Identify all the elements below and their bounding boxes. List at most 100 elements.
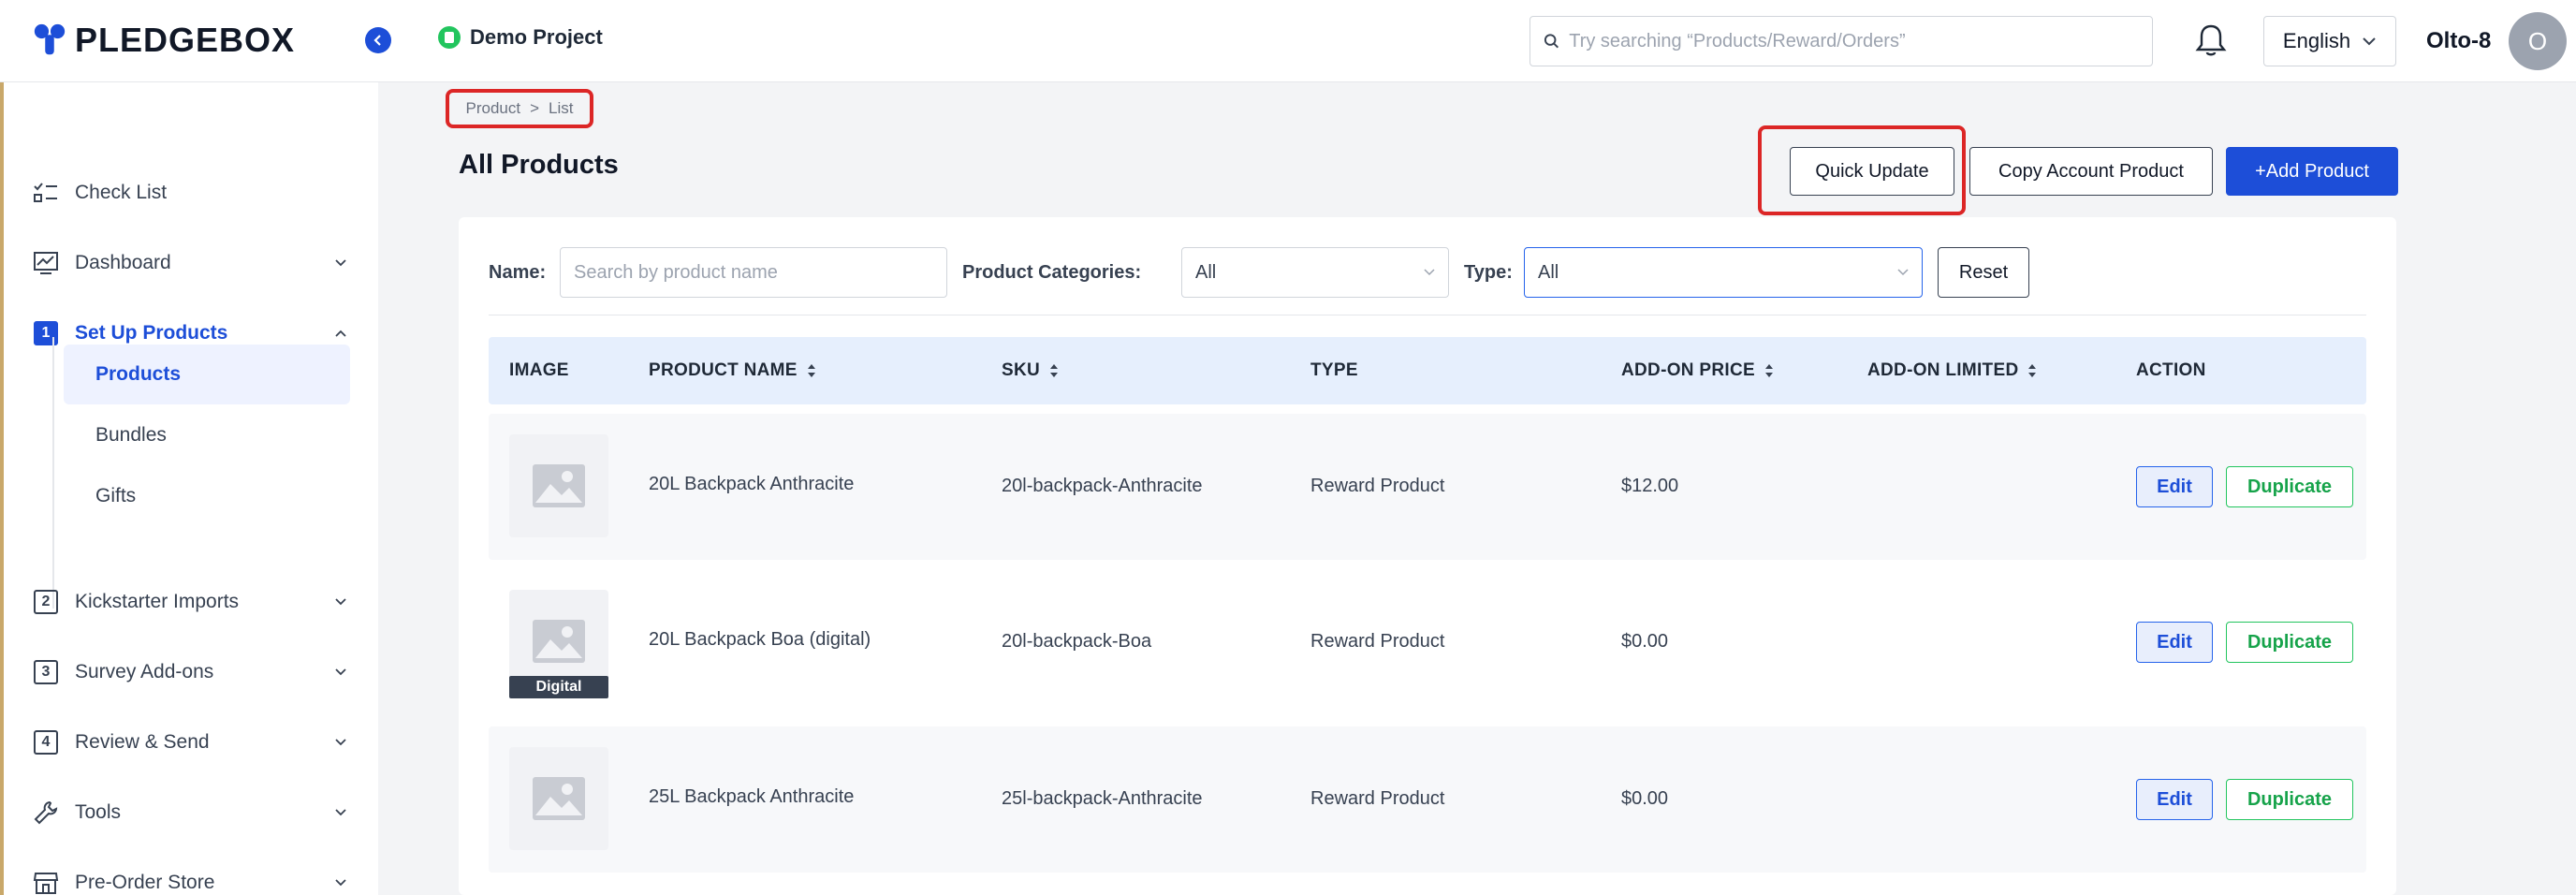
type-selected-value: All [1538, 261, 1559, 283]
table-header: IMAGE PRODUCT NAME SKU TYPE ADD-ON PRICE… [489, 337, 2366, 404]
products-card: Name: Product Categories: All Type: All … [459, 217, 2396, 895]
column-header-type: TYPE [1310, 337, 1358, 404]
product-categories-select[interactable]: All [1181, 247, 1449, 298]
add-on-price: $0.00 [1621, 788, 1669, 809]
store-icon [32, 869, 60, 895]
name-filter-label: Name: [489, 262, 547, 283]
chevron-down-icon [1424, 269, 1435, 276]
dashboard-icon [32, 249, 60, 277]
sidebar-item-dashboard[interactable]: Dashboard [32, 242, 350, 284]
breadcrumb-list: List [549, 99, 574, 117]
product-name: 20L Backpack Anthracite [649, 474, 855, 494]
type-select[interactable]: All [1524, 247, 1923, 298]
sidebar-item-survey-add-ons[interactable]: 3 Survey Add-ons [32, 652, 350, 693]
pledgebox-logo-icon [34, 23, 66, 55]
breadcrumb-product[interactable]: Product [466, 99, 521, 118]
add-on-price: $0.00 [1621, 631, 1669, 652]
step-number: 1 [34, 321, 58, 345]
logo[interactable]: PLEDGEBOX [32, 21, 295, 60]
chevron-down-icon [331, 803, 350, 822]
digital-badge: Digital [509, 676, 608, 698]
reset-button[interactable]: Reset [1938, 247, 2029, 298]
column-header-label: IMAGE [509, 360, 569, 380]
language-select[interactable]: English [2263, 16, 2396, 66]
sidebar-item-label: Pre-Order Store [75, 872, 215, 893]
sidebar-item-kickstarter-imports[interactable]: 2 Kickstarter Imports [32, 581, 350, 623]
table-row: 20L Backpack Anthracite 20l-backpack-Ant… [489, 414, 2366, 560]
step-number-icon: 1 [32, 319, 60, 347]
sidebar-collapse-button[interactable] [365, 27, 391, 53]
chevron-down-icon [331, 663, 350, 682]
product-type: Reward Product [1310, 631, 1445, 652]
search-input[interactable] [1569, 30, 2139, 52]
breadcrumb: Product > List [446, 89, 593, 128]
column-header-sku[interactable]: SKU [1002, 337, 1059, 404]
sidebar-item-label: Check List [75, 182, 168, 203]
column-header-add-on-limited[interactable]: ADD-ON LIMITED [1867, 337, 2037, 404]
sidebar-item-review-send[interactable]: 4 Review & Send [32, 722, 350, 763]
sidebar-subitem-products[interactable]: Products [64, 345, 350, 404]
project-name: Demo Project [470, 25, 603, 49]
global-search[interactable] [1530, 16, 2153, 66]
quick-update-button[interactable]: Quick Update [1790, 147, 1954, 196]
product-type: Reward Product [1310, 476, 1445, 496]
filter-bar: Name: Product Categories: All Type: All … [489, 245, 2366, 301]
sidebar-subitem-gifts[interactable]: Gifts [64, 466, 350, 526]
column-header-add-on-price[interactable]: ADD-ON PRICE [1621, 337, 1774, 404]
image-placeholder-icon [533, 777, 585, 820]
add-product-button[interactable]: +Add Product [2226, 147, 2398, 196]
sidebar: Check List Dashboard 1 Set Up Products P… [4, 82, 378, 895]
sidebar-subitem-bundles[interactable]: Bundles [64, 405, 350, 465]
bell-icon[interactable] [2194, 22, 2228, 60]
search-icon [1544, 34, 1559, 49]
sort-icon[interactable] [1764, 363, 1774, 378]
user-name[interactable]: Olto-8 [2426, 28, 2491, 54]
checklist-icon [32, 179, 60, 207]
image-placeholder-icon [533, 620, 585, 663]
name-filter[interactable] [560, 247, 947, 298]
sidebar-item-check-list[interactable]: Check List [32, 172, 350, 213]
sidebar-subitem-label: Gifts [95, 485, 137, 506]
sort-icon[interactable] [807, 363, 816, 378]
sidebar-item-label: Review & Send [75, 731, 210, 753]
page-title: All Products [459, 150, 619, 180]
sort-icon[interactable] [1049, 363, 1059, 378]
edit-button[interactable]: Edit [2136, 622, 2213, 663]
language-label: English [2282, 29, 2351, 52]
add-on-price: $12.00 [1621, 476, 1679, 496]
sidebar-item-tools[interactable]: Tools [32, 792, 350, 833]
chevron-down-icon [331, 733, 350, 752]
sort-icon[interactable] [2027, 363, 2037, 378]
column-header-product-name[interactable]: PRODUCT NAME [649, 337, 816, 404]
column-header-label: PRODUCT NAME [649, 360, 798, 380]
product-image[interactable] [509, 434, 608, 537]
sidebar-item-label: Set Up Products [75, 322, 228, 344]
column-header-action: ACTION [2136, 337, 2206, 404]
sidebar-item-label: Dashboard [75, 252, 171, 273]
product-name-search-input[interactable] [574, 261, 933, 284]
breadcrumb-separator: > [530, 99, 540, 117]
avatar[interactable]: O [2509, 12, 2567, 70]
edit-button[interactable]: Edit [2136, 779, 2213, 820]
copy-account-product-button[interactable]: Copy Account Product [1969, 147, 2213, 196]
table-row: 25L Backpack Anthracite 25l-backpack-Ant… [489, 726, 2366, 873]
duplicate-button[interactable]: Duplicate [2226, 779, 2353, 820]
project-selector[interactable]: Demo Project [438, 25, 603, 50]
sidebar-item-pre-order-store[interactable]: Pre-Order Store [32, 862, 350, 895]
chevron-down-icon [1897, 269, 1909, 276]
column-header-label: ADD-ON PRICE [1621, 360, 1755, 380]
edit-button[interactable]: Edit [2136, 466, 2213, 507]
sidebar-subitem-label: Bundles [95, 424, 167, 446]
product-image[interactable] [509, 747, 608, 850]
column-header-label: SKU [1002, 360, 1041, 380]
sidebar-item-label: Tools [75, 801, 122, 823]
duplicate-button[interactable]: Duplicate [2226, 466, 2353, 507]
chevron-left-icon [373, 35, 381, 46]
submenu-guide-line [52, 337, 54, 609]
step-number: 4 [34, 730, 58, 755]
sidebar-item-label: Kickstarter Imports [75, 591, 240, 612]
chevron-up-icon [331, 324, 350, 343]
chevron-down-icon [331, 254, 350, 272]
duplicate-button[interactable]: Duplicate [2226, 622, 2353, 663]
product-name: 20L Backpack Boa (digital) [649, 629, 871, 650]
